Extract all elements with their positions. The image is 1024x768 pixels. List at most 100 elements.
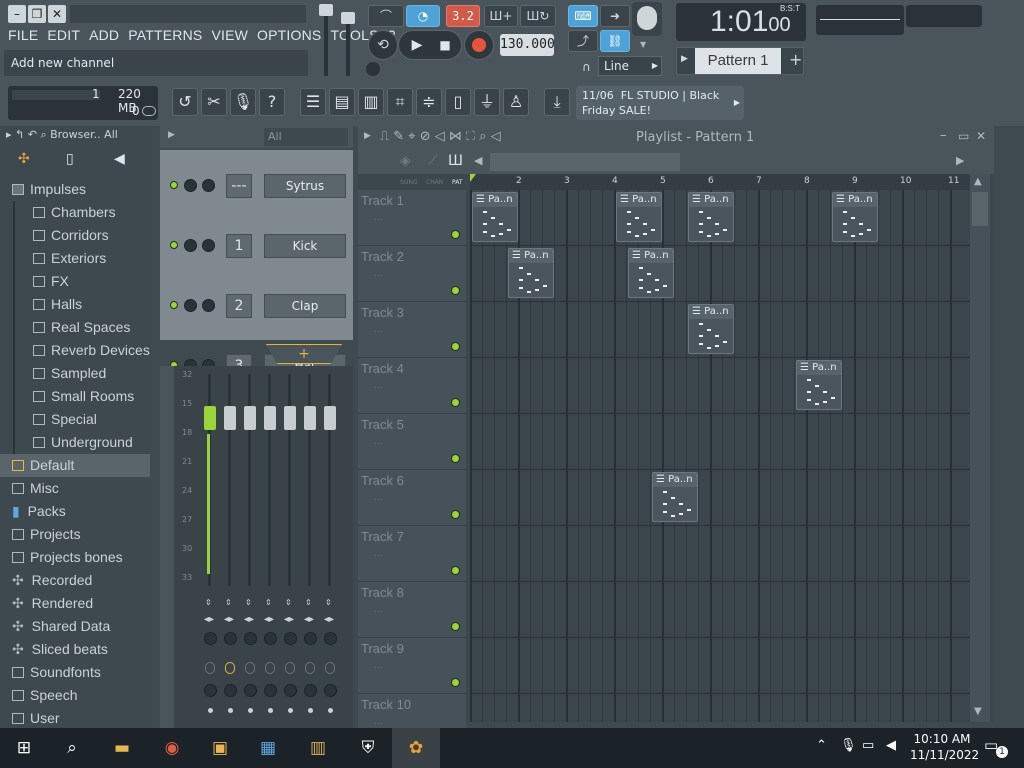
- arrow-right-icon[interactable]: ➜: [600, 5, 630, 27]
- mixer-eq-knob[interactable]: [304, 684, 317, 697]
- minimize-icon[interactable]: –: [8, 5, 26, 23]
- mixer-fader[interactable]: [264, 406, 276, 430]
- counter-display[interactable]: 3.2: [446, 5, 480, 27]
- channel-name-button[interactable]: Kick: [264, 234, 346, 258]
- browser-item[interactable]: Speech: [0, 684, 150, 707]
- rack-filter[interactable]: All: [264, 128, 348, 146]
- mixer-dot[interactable]: [328, 708, 333, 713]
- track-header[interactable]: Track 7…: [358, 526, 466, 582]
- track-header[interactable]: Track 1…: [358, 190, 466, 246]
- mixer-fader[interactable]: [224, 406, 236, 430]
- browser-item[interactable]: Corridors: [13, 224, 150, 247]
- microphone-tray-icon[interactable]: 🎙: [840, 738, 857, 753]
- pattern-clip[interactable]: ☰ Pa..n 1: [688, 192, 734, 242]
- mixer-eq-knob[interactable]: [224, 684, 237, 697]
- typing-keyboard-icon[interactable]: ⌨: [568, 5, 598, 27]
- timeline[interactable]: [470, 174, 970, 190]
- scroll-left-icon[interactable]: ◀: [474, 154, 482, 167]
- browser-header[interactable]: ▸ ↰ ↶ ⌕ Browser.. All: [0, 126, 150, 144]
- channel-mixer-track[interactable]: 1: [226, 234, 252, 258]
- mixer-send-icon[interactable]: [205, 662, 215, 674]
- mixer-icon[interactable]: ≑: [416, 88, 442, 116]
- track-mute-led[interactable]: [451, 454, 460, 463]
- track-header[interactable]: Track 5…: [358, 414, 466, 470]
- playlist-mode-tab[interactable]: CHAN: [426, 179, 443, 186]
- rack-arrow-icon[interactable]: ▶: [168, 130, 175, 140]
- restore-icon[interactable]: ❐: [28, 5, 46, 23]
- loop-record-icon[interactable]: Ш↻: [520, 5, 556, 27]
- mixer-scroll[interactable]: [160, 366, 174, 728]
- vertical-scroll-thumb[interactable]: [972, 192, 988, 226]
- file-explorer-icon[interactable]: ▬: [98, 728, 146, 768]
- mixer-eq-knob[interactable]: [284, 684, 297, 697]
- browser-item[interactable]: ✣ Recorded: [0, 569, 150, 592]
- cut-icon[interactable]: ✂: [201, 88, 227, 116]
- security-icon[interactable]: ⛨: [344, 728, 392, 768]
- channel-mixer-track[interactable]: ---: [226, 174, 252, 198]
- piano-roll-icon[interactable]: ▥: [358, 88, 384, 116]
- track-header[interactable]: Track 4…: [358, 358, 466, 414]
- browser-file-icon[interactable]: ▯: [66, 151, 74, 167]
- channel-pan-knob[interactable]: [202, 179, 215, 192]
- menu-patterns[interactable]: PATTERNS: [128, 27, 202, 45]
- channel-mute-led[interactable]: [170, 241, 178, 249]
- playlist-maximize-icon[interactable]: ▭: [958, 129, 969, 143]
- mixer-send-icon[interactable]: [305, 662, 315, 674]
- channel-volume-knob[interactable]: [184, 299, 197, 312]
- track-header[interactable]: Track 3…: [358, 302, 466, 358]
- track-mute-led[interactable]: [451, 622, 460, 631]
- playlist-arrow-icon[interactable]: ▶: [364, 131, 371, 141]
- windows-start-icon[interactable]: ⊞: [0, 728, 48, 768]
- chevron-down-icon[interactable]: ▼: [640, 40, 654, 50]
- browser-item[interactable]: Small Rooms: [13, 385, 150, 408]
- pattern-label[interactable]: Pattern 1: [695, 48, 781, 74]
- channel-rack-icon[interactable]: ▤: [329, 88, 355, 116]
- channel-pan-knob[interactable]: [202, 299, 215, 312]
- master-volume-slider[interactable]: [324, 6, 328, 76]
- microphone-icon[interactable]: 🎙: [230, 88, 256, 116]
- scroll-right-icon[interactable]: ▶: [956, 154, 964, 167]
- track-mute-led[interactable]: [451, 566, 460, 575]
- track-mute-led[interactable]: [451, 398, 460, 407]
- playlist-close-icon[interactable]: ✕: [976, 129, 986, 143]
- track-mute-led[interactable]: [451, 342, 460, 351]
- track-header[interactable]: Track 8…: [358, 582, 466, 638]
- play-icon[interactable]: ▶: [404, 31, 430, 59]
- snap-selector[interactable]: Line ▶: [598, 56, 662, 76]
- playlist-tools-icon[interactable]: ⎍ ✎ ⌖ ⊘ ◁ ⋈ ⛶ ⌕ ◁: [380, 129, 501, 144]
- channel-mute-led[interactable]: [170, 301, 178, 309]
- track-mute-led[interactable]: [451, 510, 460, 519]
- mixer-stereo-icon[interactable]: ◂▸: [244, 614, 254, 625]
- mixer-dot[interactable]: [208, 708, 213, 713]
- mixer-fader[interactable]: [204, 406, 216, 430]
- lamp-icon[interactable]: ♙: [503, 88, 529, 116]
- browser-item[interactable]: Projects: [0, 523, 150, 546]
- horizontal-scrollbar[interactable]: [490, 153, 680, 171]
- link-icon[interactable]: ⛓: [600, 30, 630, 52]
- news-panel[interactable]: 11/06 FL STUDIO | Black Friday SALE! ▶: [576, 86, 744, 120]
- archive-icon[interactable]: ▥: [294, 728, 342, 768]
- download-icon[interactable]: ⤓: [544, 88, 570, 116]
- browser-star-icon[interactable]: ✣: [18, 151, 30, 167]
- mixer-fader[interactable]: [324, 406, 336, 430]
- browser-speaker-icon[interactable]: ◀: [114, 151, 125, 167]
- mixer-pan-knob[interactable]: [264, 632, 277, 645]
- channel-volume-knob[interactable]: [184, 239, 197, 252]
- track-mute-led[interactable]: [451, 286, 460, 295]
- mixer-arrows-icon[interactable]: ⇕: [325, 598, 332, 607]
- mixer-stereo-icon[interactable]: ◂▸: [204, 614, 214, 625]
- mixer-send-icon[interactable]: [285, 662, 295, 674]
- mixer-fader[interactable]: [244, 406, 256, 430]
- pattern-clip[interactable]: ☰ Pa..n 1: [688, 304, 734, 354]
- add-channel-button[interactable]: +: [266, 344, 342, 364]
- mixer-dot[interactable]: [248, 708, 253, 713]
- menu-file[interactable]: FILE: [8, 27, 38, 45]
- scroll-down-icon[interactable]: ▼: [974, 706, 982, 717]
- track-header[interactable]: Track 2…: [358, 246, 466, 302]
- browser-item[interactable]: Default: [0, 454, 150, 477]
- mixer-stereo-icon[interactable]: ◂▸: [324, 614, 334, 625]
- photos-icon[interactable]: ▣: [196, 728, 244, 768]
- clock[interactable]: 10:10 AM 11/11/2022: [910, 731, 979, 763]
- browser-item[interactable]: ▮ Packs: [0, 500, 150, 523]
- channel-mixer-track[interactable]: 2: [226, 294, 252, 318]
